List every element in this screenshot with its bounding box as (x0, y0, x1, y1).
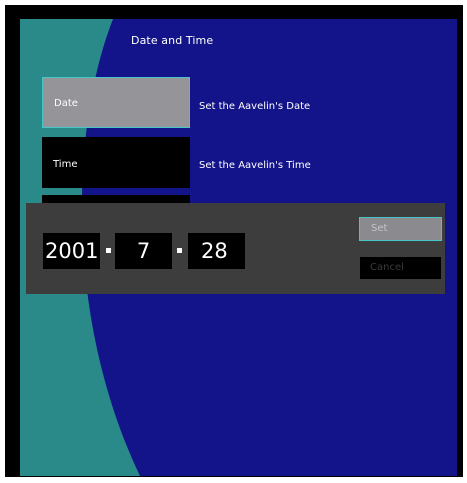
page-title: Date and Time (131, 34, 214, 47)
year-field[interactable]: 2001 (43, 233, 100, 269)
date-menu-label: Date (54, 98, 78, 109)
date-menu-description: Set the Aavelin's Date (199, 101, 311, 112)
year-month-separator (106, 248, 111, 253)
time-menu-button[interactable]: Time (42, 137, 190, 188)
set-button[interactable]: Set (359, 217, 442, 241)
month-field[interactable]: 7 (115, 233, 172, 269)
month-day-separator (177, 248, 182, 253)
date-menu-button[interactable]: Date (42, 77, 190, 128)
time-menu-description: Set the Aavelin's Time (199, 160, 311, 171)
day-field[interactable]: 28 (188, 233, 245, 269)
time-menu-label: Time (53, 159, 78, 170)
device-screen: Date and Time Date Set the Aavelin's Dat… (20, 19, 457, 476)
cancel-button[interactable]: Cancel (360, 257, 441, 279)
device-frame: Date and Time Date Set the Aavelin's Dat… (5, 5, 463, 477)
date-setting-panel: 2001 7 28 Set Cancel (26, 203, 445, 294)
